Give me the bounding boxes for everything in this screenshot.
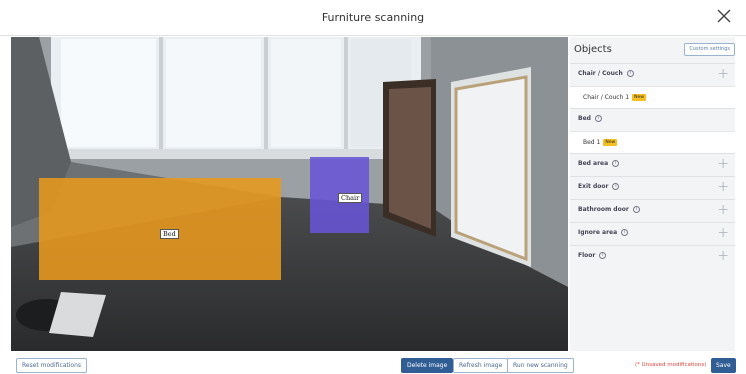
info-icon[interactable]: i <box>612 160 620 167</box>
run-new-scanning-button[interactable]: Run new scanning <box>507 358 574 373</box>
info-icon[interactable]: i <box>599 252 607 259</box>
category-chair-couch[interactable]: Chair / Couch i + <box>570 63 735 86</box>
objects-title: Objects <box>574 44 612 55</box>
close-icon[interactable] <box>715 7 733 25</box>
info-icon[interactable]: i <box>626 70 634 77</box>
save-button[interactable]: Save <box>711 358 736 373</box>
info-icon[interactable]: i <box>621 229 629 236</box>
objects-panel-header: Objects Custom settings <box>570 37 735 63</box>
category-label: Exit door <box>578 183 609 190</box>
category-bathroom-door[interactable]: Bathroom door i + <box>570 199 735 222</box>
objects-panel: Objects Custom settings Chair / Couch i +… <box>570 37 735 351</box>
add-icon[interactable]: + <box>717 203 729 217</box>
info-icon[interactable]: i <box>632 206 640 213</box>
object-item-label: Chair / Couch 1 <box>583 94 630 101</box>
category-label: Chair / Couch <box>578 70 623 77</box>
refresh-image-button[interactable]: Refresh image <box>453 358 509 373</box>
category-label: Ignore area <box>578 229 618 236</box>
category-ignore-area[interactable]: Ignore area i + <box>570 222 735 245</box>
category-label: Bed area <box>578 160 609 167</box>
bed-overlay[interactable]: Bed <box>39 178 281 280</box>
room-image[interactable]: Bed Chair <box>11 37 568 351</box>
reset-modifications-button[interactable]: Reset modifications <box>16 358 88 373</box>
new-badge: New <box>603 139 618 146</box>
add-icon[interactable]: + <box>717 249 729 263</box>
add-icon[interactable]: + <box>717 180 729 194</box>
info-icon[interactable]: i <box>594 115 602 122</box>
new-badge: New <box>632 94 646 101</box>
title-bar: Furniture scanning <box>0 0 746 36</box>
object-item-bed-1[interactable]: Bed 1 New <box>570 131 735 153</box>
object-item-chair-couch-1[interactable]: Chair / Couch 1 New <box>570 86 735 108</box>
info-icon[interactable]: i <box>612 183 620 190</box>
category-label: Bathroom door <box>578 206 629 213</box>
category-label: Floor <box>578 252 596 259</box>
bed-overlay-label: Bed <box>160 229 179 239</box>
chair-overlay-label: Chair <box>338 193 363 203</box>
category-exit-door[interactable]: Exit door i + <box>570 176 735 199</box>
unsaved-modifications-text: (* Unsaved modifications) <box>635 362 707 368</box>
category-label: Bed <box>578 115 591 122</box>
add-icon[interactable]: + <box>717 67 729 81</box>
add-icon[interactable]: + <box>717 226 729 240</box>
add-icon[interactable]: + <box>717 157 729 171</box>
object-item-label: Bed 1 <box>583 139 601 146</box>
delete-image-button[interactable]: Delete image <box>401 358 454 373</box>
chair-overlay[interactable]: Chair <box>310 157 369 233</box>
footer-bar: Reset modifications Delete image Refresh… <box>0 351 746 374</box>
custom-settings-button[interactable]: Custom settings <box>684 43 735 56</box>
category-bed[interactable]: Bed i <box>570 108 735 131</box>
window-title: Furniture scanning <box>321 11 425 24</box>
category-floor[interactable]: Floor i + <box>570 245 735 268</box>
category-bed-area[interactable]: Bed area i + <box>570 153 735 176</box>
